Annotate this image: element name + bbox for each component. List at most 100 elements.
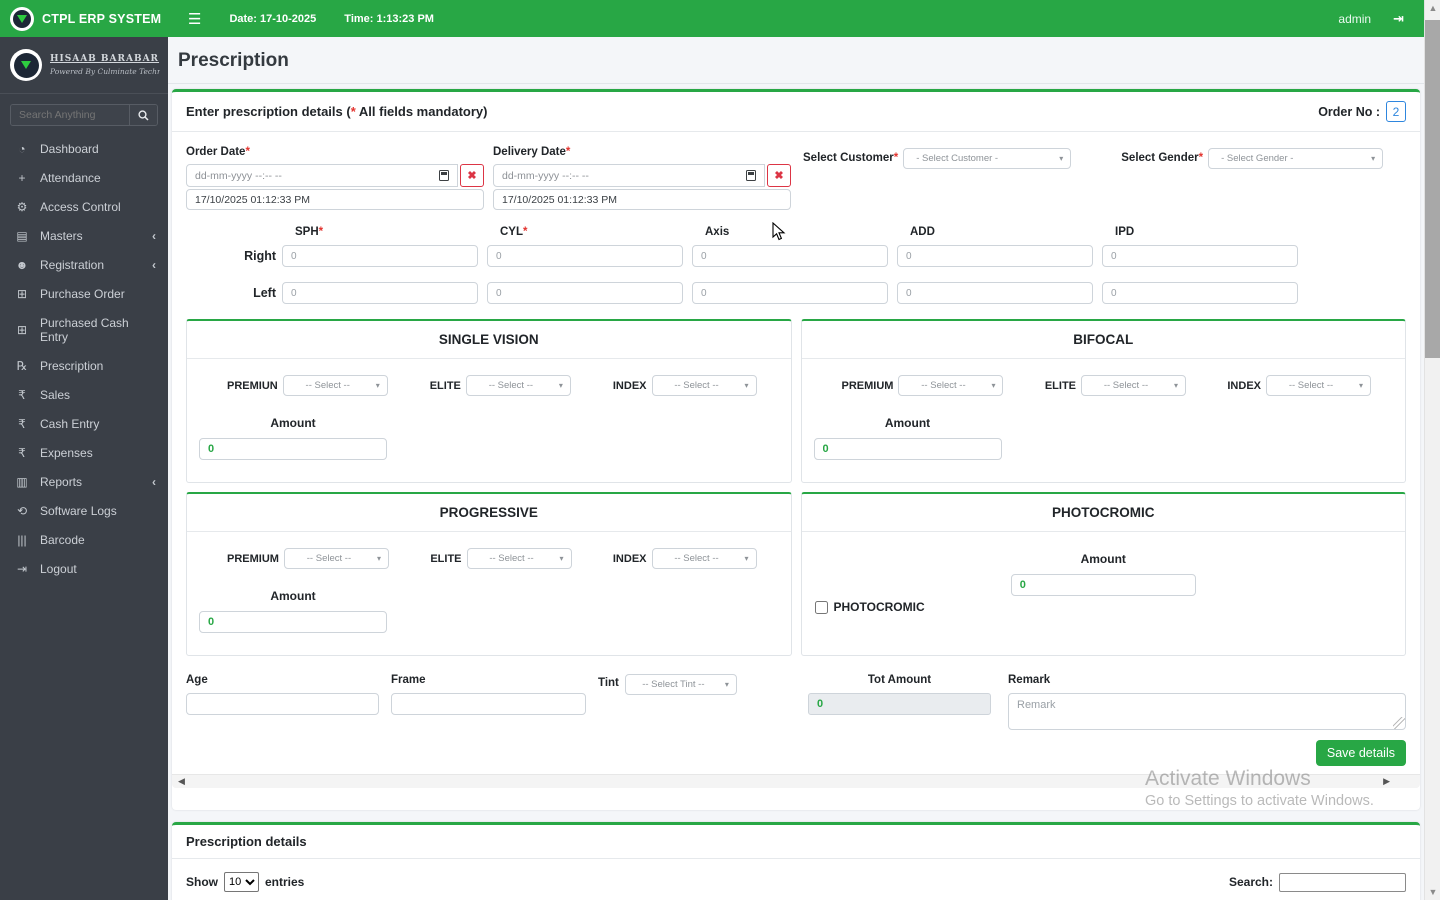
bf-index-select[interactable]: -- Select --▾ <box>1266 375 1371 396</box>
chevron-down-icon: ▾ <box>555 381 570 390</box>
scrollbar-thumb[interactable] <box>1425 20 1440 358</box>
attendance-plus-icon: + <box>12 171 32 185</box>
entries-label: entries <box>265 875 304 889</box>
sidebar-brand-subtitle: Powered By Culminate Technologies Pvt. L… <box>50 67 160 76</box>
sv-index-select[interactable]: -- Select --▾ <box>652 375 757 396</box>
rx-input-right-ipd[interactable] <box>1102 245 1298 267</box>
sidebar-item-sales[interactable]: ₹Sales <box>0 380 168 409</box>
vertical-scrollbar[interactable]: ▲ ▼ <box>1424 0 1440 900</box>
scroll-left-arrow[interactable]: ◀ <box>178 776 185 787</box>
dashboard-icon: ◔ <box>12 142 32 156</box>
sidebar-item-access-control[interactable]: ⚙Access Control <box>0 192 168 221</box>
rx-input-left-cyl[interactable] <box>487 282 683 304</box>
scroll-up-arrow[interactable]: ▲ <box>1425 0 1440 16</box>
scroll-right-arrow[interactable]: ▶ <box>1383 776 1390 787</box>
sidebar-item-cash-entry[interactable]: ₹Cash Entry <box>0 409 168 438</box>
sv-elite-select[interactable]: -- Select --▾ <box>466 375 571 396</box>
calendar-icon[interactable] <box>439 170 449 181</box>
hamburger-menu-icon[interactable]: ☰ <box>188 10 201 28</box>
chevron-down-icon: ▾ <box>740 554 755 563</box>
bf-premium-select[interactable]: -- Select --▾ <box>898 375 1003 396</box>
rx-input-right-sph[interactable] <box>282 245 478 267</box>
table-search-input[interactable] <box>1279 873 1406 892</box>
bifocal-title: BIFOCAL <box>802 321 1406 359</box>
age-input[interactable] <box>186 693 379 715</box>
order-date-clear-button[interactable]: ✖ <box>460 164 484 187</box>
sidebar-search <box>10 104 158 126</box>
users-icon: ☻ <box>12 258 32 272</box>
save-details-button[interactable]: Save details <box>1316 740 1406 766</box>
rx-col-header-sph: SPH* <box>288 226 484 238</box>
app-logo-icon <box>10 7 34 31</box>
logout-icon[interactable]: ⇥ <box>1393 11 1404 27</box>
rx-input-left-axis[interactable] <box>692 282 888 304</box>
search-icon[interactable] <box>129 105 157 125</box>
frame-input[interactable] <box>391 693 586 715</box>
sidebar-item-software-logs[interactable]: ⟲Software Logs <box>0 496 168 525</box>
chevron-left-icon: ‹ <box>152 229 156 243</box>
chevron-down-icon: ▾ <box>1170 381 1185 390</box>
rx-input-left-add[interactable] <box>897 282 1093 304</box>
sidebar-item-attendance[interactable]: +Attendance <box>0 163 168 192</box>
form-row-dates: Order Date* dd-mm-yyyy --:-- -- ✖ Delive… <box>186 146 1406 210</box>
pg-amount-input[interactable] <box>199 611 387 633</box>
rx-col-header-cyl: CYL* <box>493 226 689 238</box>
sidebar-item-label: Software Logs <box>40 504 117 518</box>
rupee-icon: ₹ <box>12 417 32 431</box>
remark-textarea[interactable] <box>1008 693 1406 730</box>
rx-input-left-sph[interactable] <box>282 282 478 304</box>
order-date-picker[interactable]: dd-mm-yyyy --:-- -- <box>186 164 458 187</box>
user-menu[interactable]: admin <box>1338 12 1371 26</box>
sidebar-item-purchase-order[interactable]: ⊞Purchase Order <box>0 279 168 308</box>
rx-input-right-add[interactable] <box>897 245 1093 267</box>
chevron-down-icon: ▾ <box>373 554 388 563</box>
rx-input-right-axis[interactable] <box>692 245 888 267</box>
bf-elite-select[interactable]: -- Select --▾ <box>1081 375 1186 396</box>
rupee-icon: ₹ <box>12 388 32 402</box>
sv-elite-label: ELITE <box>430 380 461 392</box>
gender-select[interactable]: - Select Gender -▾ <box>1208 148 1383 169</box>
tint-label: Tint <box>598 677 619 689</box>
sidebar-item-label: Expenses <box>40 446 93 460</box>
form-card-title: Enter prescription details (* All fields… <box>186 104 487 119</box>
rx-input-right-cyl[interactable] <box>487 245 683 267</box>
sidebar-item-registration[interactable]: ☻Registration‹ <box>0 250 168 279</box>
sidebar-item-reports[interactable]: ▥Reports‹ <box>0 467 168 496</box>
cart-icon: ⊞ <box>12 323 32 337</box>
sidebar-item-purchased-cash-entry[interactable]: ⊞Purchased Cash Entry <box>0 308 168 351</box>
delivery-date-picker[interactable]: dd-mm-yyyy --:-- -- <box>493 164 765 187</box>
pg-index-select[interactable]: -- Select --▾ <box>652 548 757 569</box>
photocromic-checkbox[interactable] <box>815 601 828 614</box>
age-group: Age <box>186 674 379 715</box>
sidebar-item-prescription[interactable]: ℞Prescription <box>0 351 168 380</box>
chevron-down-icon: ▾ <box>1055 154 1070 163</box>
sidebar-item-dashboard[interactable]: ◔Dashboard <box>0 134 168 163</box>
bifocal-panel: BIFOCAL PREMIUM -- Select --▾ ELITE -- S… <box>801 319 1407 483</box>
calendar-icon[interactable] <box>746 170 756 181</box>
tint-select[interactable]: -- Select Tint --▾ <box>625 674 737 695</box>
order-date-value-input[interactable] <box>186 189 484 210</box>
remark-label: Remark <box>1008 674 1406 686</box>
sidebar-item-expenses[interactable]: ₹Expenses <box>0 438 168 467</box>
customer-select[interactable]: - Select Customer -▾ <box>903 148 1071 169</box>
bf-amount-input[interactable] <box>814 438 1002 460</box>
sidebar-item-label: Purchase Order <box>40 287 125 301</box>
sv-amount-input[interactable] <box>199 438 387 460</box>
search-input[interactable] <box>11 105 129 125</box>
delivery-date-value-input[interactable] <box>493 189 791 210</box>
scroll-down-arrow[interactable]: ▼ <box>1425 884 1440 900</box>
pg-premium-select[interactable]: -- Select --▾ <box>284 548 389 569</box>
form-card-header: Enter prescription details (* All fields… <box>172 92 1420 132</box>
pg-amount-label: Amount <box>199 589 387 603</box>
sv-premium-select[interactable]: -- Select --▾ <box>283 375 388 396</box>
entries-select[interactable]: 10 <box>224 872 259 892</box>
delivery-date-clear-button[interactable]: ✖ <box>767 164 791 187</box>
activate-windows-watermark-sub: Go to Settings to activate Windows. <box>1145 793 1374 809</box>
sidebar-item-barcode[interactable]: |||Barcode <box>0 525 168 554</box>
sidebar-item-masters[interactable]: ▤Masters‹ <box>0 221 168 250</box>
rx-input-left-ipd[interactable] <box>1102 282 1298 304</box>
sidebar-item-logout[interactable]: ⇥Logout <box>0 554 168 583</box>
rx-col-header-add: ADD <box>903 226 1099 238</box>
ph-amount-input[interactable] <box>1011 574 1196 596</box>
pg-elite-select[interactable]: -- Select --▾ <box>467 548 572 569</box>
